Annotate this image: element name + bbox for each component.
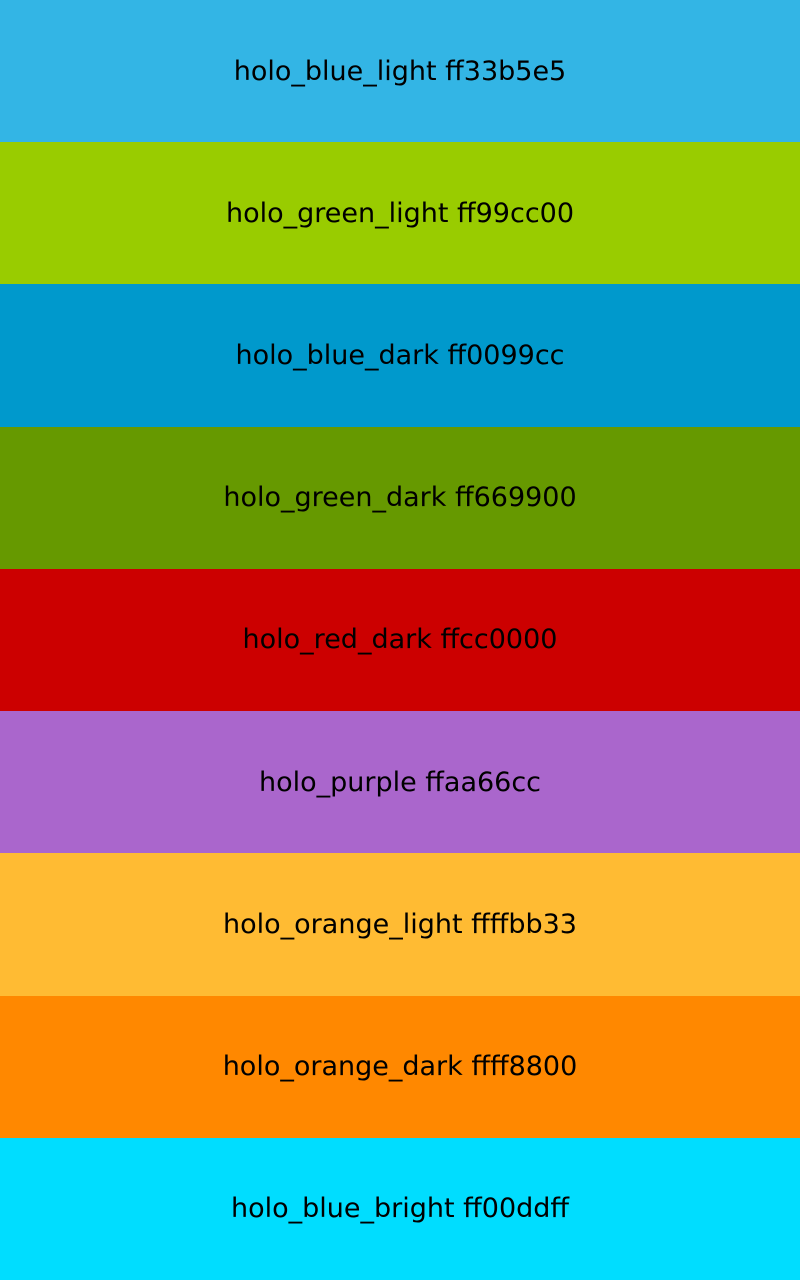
color-swatch-holo-green-dark[interactable]: holo_green_dark ff669900 <box>0 426 800 569</box>
color-swatch-holo-blue-dark[interactable]: holo_blue_dark ff0099cc <box>0 284 800 427</box>
color-swatch-holo-orange-light[interactable]: holo_orange_light ffffbb33 <box>0 853 800 996</box>
swatch-label: holo_red_dark ffcc0000 <box>242 624 558 656</box>
color-swatch-holo-orange-dark[interactable]: holo_orange_dark ffff8800 <box>0 995 800 1138</box>
color-swatch-holo-blue-light[interactable]: holo_blue_light ff33b5e5 <box>0 0 800 143</box>
swatch-label: holo_blue_dark ff0099cc <box>235 340 565 372</box>
swatch-label: holo_orange_dark ffff8800 <box>222 1051 578 1083</box>
color-swatch-list: holo_blue_light ff33b5e5 holo_green_ligh… <box>0 0 800 1280</box>
color-swatch-holo-blue-bright[interactable]: holo_blue_bright ff00ddff <box>0 1137 800 1280</box>
color-swatch-holo-purple[interactable]: holo_purple ffaa66cc <box>0 711 800 854</box>
swatch-label: holo_blue_bright ff00ddff <box>230 1193 569 1225</box>
swatch-label: holo_green_light ff99cc00 <box>225 197 575 229</box>
color-swatch-holo-green-light[interactable]: holo_green_light ff99cc00 <box>0 142 800 285</box>
swatch-label: holo_purple ffaa66cc <box>258 766 542 798</box>
swatch-label: holo_blue_light ff33b5e5 <box>233 55 567 87</box>
color-swatch-holo-red-dark[interactable]: holo_red_dark ffcc0000 <box>0 568 800 712</box>
swatch-label: holo_green_dark ff669900 <box>223 482 577 514</box>
swatch-label: holo_orange_light ffffbb33 <box>223 908 577 940</box>
